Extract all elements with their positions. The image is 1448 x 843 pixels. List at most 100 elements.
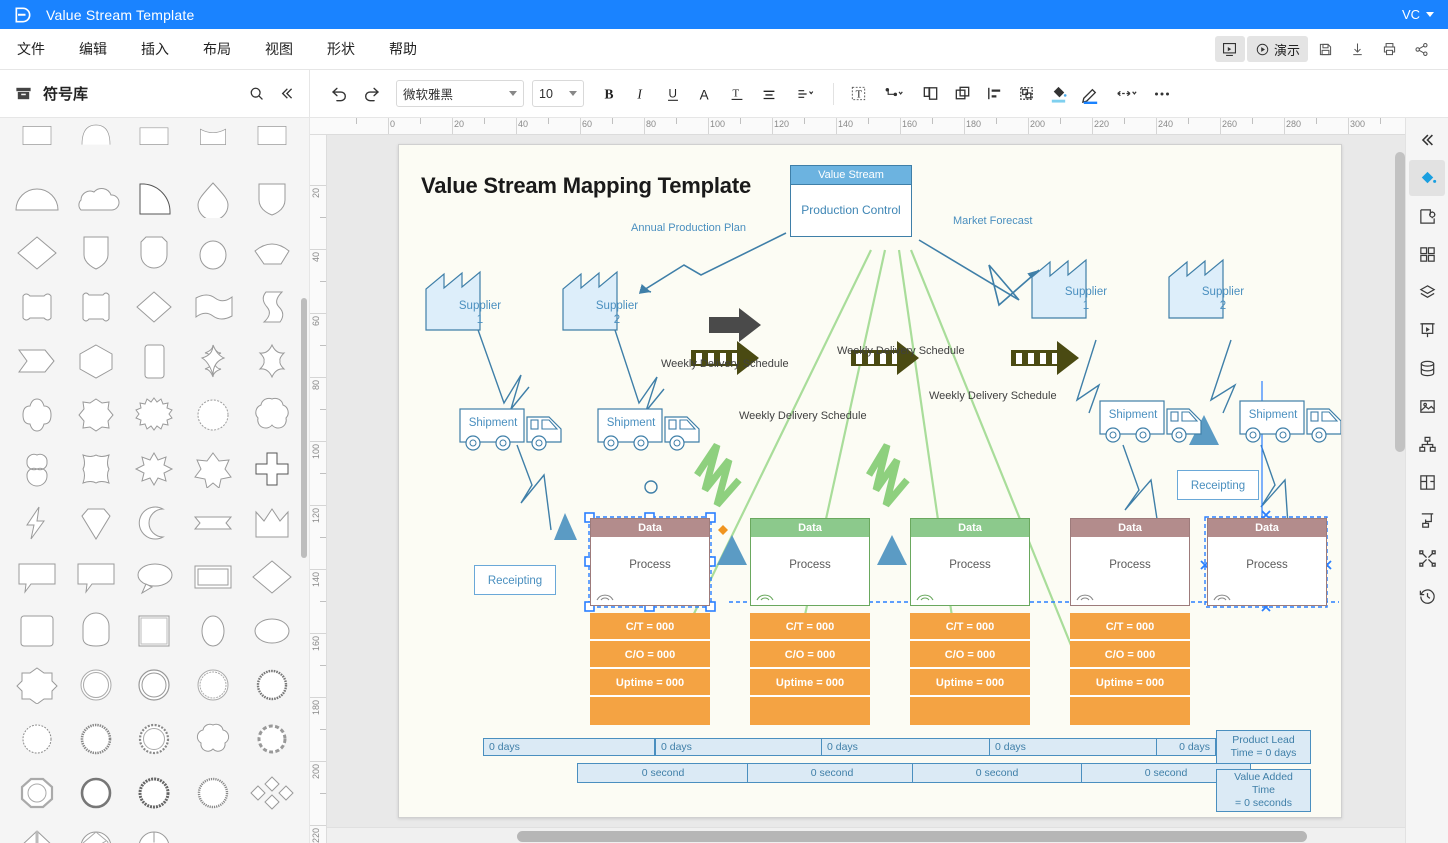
shape-item[interactable] <box>8 820 67 843</box>
receipting-box-right[interactable]: Receipting <box>1177 470 1259 500</box>
underline-button[interactable]: U <box>658 79 688 109</box>
shape-item[interactable] <box>125 820 184 843</box>
timeline-day-1[interactable]: 0 days <box>483 738 655 756</box>
shape-item[interactable] <box>67 766 126 820</box>
shape-item[interactable] <box>184 172 243 226</box>
process-box-4[interactable]: Data Process <box>1070 518 1190 606</box>
shape-item[interactable] <box>67 442 126 496</box>
shape-item[interactable] <box>125 658 184 712</box>
shipment-4[interactable]: Shipment <box>1239 400 1341 451</box>
page-setup-button[interactable] <box>1409 198 1445 234</box>
shape-item[interactable] <box>125 226 184 280</box>
font-family-select[interactable]: 微软雅黑 <box>396 80 524 107</box>
shape-item[interactable] <box>242 280 301 334</box>
shape-item[interactable] <box>184 280 243 334</box>
text-style-button[interactable]: T <box>722 79 752 109</box>
shape-item[interactable] <box>8 334 67 388</box>
timeline-day-4[interactable]: 0 days <box>989 738 1157 756</box>
text-box-button[interactable]: T <box>843 79 873 109</box>
menu-view[interactable]: 视图 <box>248 29 310 70</box>
shape-item[interactable] <box>184 334 243 388</box>
shape-item[interactable] <box>8 766 67 820</box>
shape-item[interactable] <box>184 766 243 820</box>
layer-button[interactable] <box>915 79 945 109</box>
shape-item[interactable] <box>125 334 184 388</box>
shape-item[interactable] <box>242 226 301 280</box>
timeline-second-1[interactable]: 0 second <box>577 763 749 783</box>
shipment-1[interactable]: Shipment <box>459 408 577 459</box>
shape-item[interactable] <box>125 118 184 172</box>
save-button[interactable] <box>1310 36 1340 62</box>
shape-item[interactable] <box>242 334 301 388</box>
menu-shape[interactable]: 形状 <box>310 29 372 70</box>
line-spacing-button[interactable] <box>786 79 824 109</box>
data-box-3[interactable]: C/T = 000 C/O = 000 Uptime = 000 <box>910 613 1030 725</box>
database-button[interactable] <box>1409 350 1445 386</box>
presentation-mode-button[interactable] <box>1214 36 1245 62</box>
supplier-1-right[interactable]: Supplier 1 <box>1031 253 1141 322</box>
align-left-button[interactable] <box>979 79 1009 109</box>
menu-help[interactable]: 帮助 <box>372 29 434 70</box>
font-size-select[interactable]: 10 <box>532 80 584 107</box>
connector-button[interactable] <box>875 79 913 109</box>
shape-item[interactable] <box>125 712 184 766</box>
shape-item[interactable] <box>242 658 301 712</box>
line-style-button[interactable] <box>1107 79 1145 109</box>
shape-item[interactable] <box>67 388 126 442</box>
shape-item[interactable] <box>125 496 184 550</box>
timeline-day-5[interactable]: 0 days <box>1156 738 1216 756</box>
shape-item[interactable] <box>67 334 126 388</box>
shape-item[interactable] <box>8 658 67 712</box>
font-color-button[interactable]: A <box>690 79 720 109</box>
process-box-1[interactable]: Data Process <box>590 518 710 606</box>
menu-layout[interactable]: 布局 <box>186 29 248 70</box>
shape-item[interactable] <box>184 118 243 172</box>
shape-item[interactable] <box>8 712 67 766</box>
shape-item[interactable] <box>242 442 301 496</box>
download-button[interactable] <box>1342 36 1372 62</box>
timeline-summary-value-added[interactable]: Value Added Time = 0 seconds <box>1216 769 1311 813</box>
presentation-panel-button[interactable] <box>1409 312 1445 348</box>
process-box-2[interactable]: Data Process <box>750 518 870 606</box>
shape-item[interactable] <box>125 550 184 604</box>
menu-file[interactable]: 文件 <box>0 29 62 70</box>
shape-item[interactable] <box>67 658 126 712</box>
shape-item[interactable] <box>8 226 67 280</box>
mindmap-button[interactable] <box>1409 540 1445 576</box>
shape-item[interactable] <box>242 550 301 604</box>
present-button[interactable]: 演示 <box>1246 36 1308 62</box>
diagram-page[interactable]: Value Stream Mapping Template Value Stre… <box>398 144 1342 818</box>
library-scrollbar[interactable] <box>301 298 307 558</box>
shape-item[interactable] <box>67 604 126 658</box>
shape-item[interactable] <box>125 388 184 442</box>
canvas-horizontal-scrollbar[interactable] <box>327 827 1405 843</box>
shape-item[interactable] <box>125 766 184 820</box>
shape-item[interactable] <box>67 550 126 604</box>
italic-button[interactable]: I <box>626 79 656 109</box>
menu-insert[interactable]: 插入 <box>124 29 186 70</box>
shape-item[interactable] <box>184 226 243 280</box>
history-button[interactable] <box>1409 578 1445 614</box>
shape-item[interactable] <box>125 604 184 658</box>
supplier-2-right[interactable]: Supplier 2 <box>1168 253 1278 322</box>
bold-button[interactable]: B <box>594 79 624 109</box>
user-initials[interactable]: VC <box>1402 7 1420 22</box>
shape-item[interactable] <box>67 712 126 766</box>
shape-item[interactable] <box>242 388 301 442</box>
scrollbar-thumb[interactable] <box>517 831 1307 842</box>
shape-item[interactable] <box>8 550 67 604</box>
shape-item[interactable] <box>8 172 67 226</box>
shape-item[interactable] <box>67 118 126 172</box>
shape-item[interactable] <box>8 388 67 442</box>
print-button[interactable] <box>1374 36 1404 62</box>
process-box-5[interactable]: Data Process <box>1207 518 1327 606</box>
shape-item[interactable] <box>242 172 301 226</box>
supplier-2-left[interactable]: Supplier 2 <box>562 265 672 334</box>
shape-item[interactable] <box>125 172 184 226</box>
shape-item[interactable] <box>242 766 301 820</box>
share-button[interactable] <box>1406 36 1436 62</box>
redo-button[interactable] <box>356 79 386 109</box>
shape-item[interactable] <box>8 280 67 334</box>
timeline-day-2[interactable]: 0 days <box>655 738 822 756</box>
shape-item[interactable] <box>184 496 243 550</box>
